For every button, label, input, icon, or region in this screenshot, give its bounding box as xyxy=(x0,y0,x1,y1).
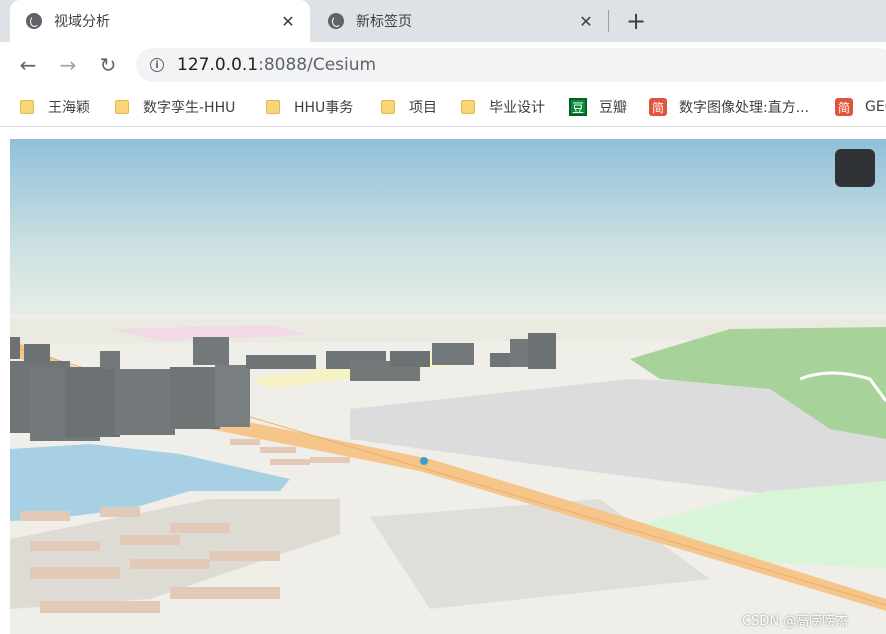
close-icon[interactable]: ✕ xyxy=(576,11,596,31)
folder-icon xyxy=(266,100,280,114)
url-path: :8088/Cesium xyxy=(258,55,377,75)
bookmark-item[interactable]: 简 GEO xyxy=(835,96,886,118)
bookmark-item[interactable]: 毕业设计 xyxy=(461,96,545,118)
bookmark-item[interactable]: 简数字图像处理:直方... xyxy=(649,96,809,118)
bookmark-label: HHU事务 xyxy=(294,100,354,116)
folder-icon xyxy=(20,100,34,114)
home-button[interactable] xyxy=(835,149,875,187)
tab-inactive[interactable]: 新标签页 ✕ xyxy=(312,0,608,42)
bookmarks-bar: 王海颖 数字孪生-HHU HHU事务 项目 毕业设计 豆豆瓣 简数字图像处理:直… xyxy=(0,88,886,127)
back-button[interactable]: ← xyxy=(14,51,42,79)
reload-button[interactable]: ↻ xyxy=(94,51,122,79)
address-bar[interactable]: i 127.0.0.1:8088/Cesium xyxy=(136,48,886,82)
bookmark-item[interactable]: 豆豆瓣 xyxy=(569,96,627,118)
globe-icon xyxy=(328,13,344,29)
sky xyxy=(10,139,886,324)
tab-active[interactable]: 视域分析 ✕ xyxy=(10,0,310,42)
bookmark-label: 王海颖 xyxy=(48,100,90,116)
info-icon[interactable]: i xyxy=(150,58,164,72)
tab-title: 视域分析 xyxy=(54,14,110,30)
bookmark-label: GEO xyxy=(865,99,886,115)
jianshu-icon: 简 xyxy=(649,98,667,116)
forward-button[interactable]: → xyxy=(54,51,82,79)
tab-strip: 视域分析 ✕ 新标签页 ✕ + xyxy=(0,0,886,42)
folder-icon xyxy=(461,100,475,114)
url-host: 127.0.0.1 xyxy=(177,55,259,75)
scene-canvas[interactable] xyxy=(10,139,886,634)
bookmark-label: 项目 xyxy=(409,100,437,116)
bookmark-item[interactable]: HHU事务 xyxy=(266,96,353,118)
bookmark-label: 豆瓣 xyxy=(599,100,627,116)
poi-marker xyxy=(420,457,428,465)
bookmark-item[interactable]: 项目 xyxy=(381,96,437,118)
bookmark-item[interactable]: 王海颖 xyxy=(20,96,90,118)
douban-icon: 豆 xyxy=(569,98,587,116)
bookmark-label: 毕业设计 xyxy=(489,100,545,116)
close-icon[interactable]: ✕ xyxy=(278,11,298,31)
new-tab-button[interactable]: + xyxy=(622,7,650,35)
jianshu-icon: 简 xyxy=(835,98,853,116)
tab-separator xyxy=(608,10,609,32)
folder-icon xyxy=(115,100,129,114)
globe-icon xyxy=(26,13,42,29)
cesium-viewer[interactable] xyxy=(10,139,886,634)
bookmark-item[interactable]: 数字孪生-HHU xyxy=(115,96,235,118)
browser-toolbar: ← → ↻ i 127.0.0.1:8088/Cesium xyxy=(0,42,886,88)
folder-icon xyxy=(381,100,395,114)
url-text: 127.0.0.1:8088/Cesium xyxy=(177,55,376,75)
tab-title: 新标签页 xyxy=(356,14,412,30)
watermark: CSDN @高唠唠杰 xyxy=(742,614,849,629)
bookmark-label: 数字图像处理:直方... xyxy=(679,100,810,116)
bookmark-label: 数字孪生-HHU xyxy=(143,100,236,116)
